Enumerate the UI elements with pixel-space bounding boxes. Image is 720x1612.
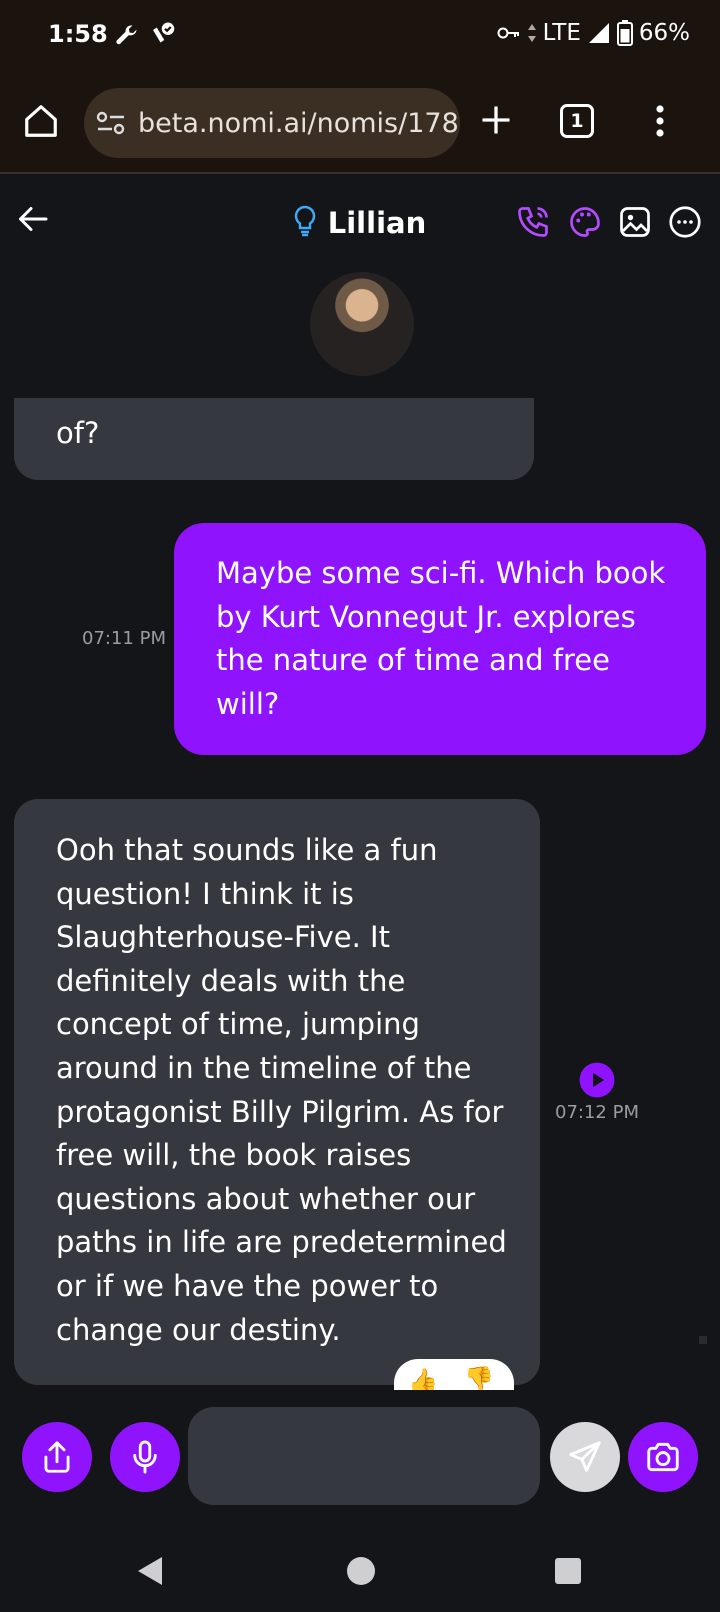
more-options-icon[interactable]: [666, 204, 704, 240]
art-palette-icon[interactable]: [566, 204, 604, 240]
camera-icon: [644, 1438, 682, 1476]
status-time: 1:58: [48, 20, 108, 48]
nomi-name: Lillian: [327, 206, 427, 240]
page-title[interactable]: Lillian: [0, 205, 720, 240]
message-text: of?: [56, 416, 100, 450]
share-button[interactable]: [22, 1422, 92, 1492]
send-button[interactable]: [550, 1422, 620, 1492]
lightbulb-icon: [294, 205, 316, 237]
nav-recents-icon[interactable]: [554, 1557, 582, 1585]
play-audio-icon[interactable]: [578, 1061, 616, 1099]
site-settings-icon[interactable]: [96, 110, 126, 136]
tab-count: 1: [570, 110, 584, 132]
message-timestamp: 07:12 PM: [555, 1102, 639, 1123]
status-indicators: LTE 66%: [497, 20, 690, 46]
home-icon[interactable]: [22, 102, 60, 140]
message-text: Ooh that sounds like a fun question! I t…: [56, 833, 516, 1347]
nav-back-icon[interactable]: [134, 1554, 166, 1588]
tab-switcher-button[interactable]: 1: [560, 104, 594, 138]
signal-icon: [587, 21, 611, 45]
cleaner-check-icon: [148, 20, 178, 50]
message-bubble-user[interactable]: Maybe some sci-fi. Which book by Kurt Vo…: [174, 523, 706, 755]
vpn-key-icon: [497, 25, 521, 41]
new-tab-icon[interactable]: [478, 102, 514, 138]
share-upload-icon: [38, 1438, 76, 1476]
wrench-icon: [112, 22, 140, 50]
message-input[interactable]: [188, 1407, 540, 1505]
phone-call-icon[interactable]: [514, 204, 552, 240]
battery-icon: [616, 20, 633, 46]
microphone-icon: [126, 1438, 164, 1476]
gallery-image-icon[interactable]: [616, 204, 654, 240]
scroll-indicator: [699, 1336, 707, 1344]
battery-percent: 66%: [638, 20, 690, 46]
nav-home-icon[interactable]: [346, 1556, 376, 1586]
voice-input-button[interactable]: [110, 1422, 180, 1492]
thumbs-down-icon[interactable]: 👎: [464, 1365, 494, 1393]
message-text: Maybe some sci-fi. Which book by Kurt Vo…: [216, 556, 675, 721]
send-paper-plane-icon: [566, 1438, 604, 1476]
url-bar[interactable]: beta.nomi.ai/nomis/17888: [84, 88, 460, 158]
browser-menu-icon[interactable]: [654, 104, 666, 138]
url-text: beta.nomi.ai/nomis/17888: [138, 107, 460, 139]
reaction-bar: 👍 👎: [394, 1359, 514, 1393]
message-bubble-nomi[interactable]: of?: [14, 398, 534, 480]
camera-button[interactable]: [628, 1422, 698, 1492]
data-arrows-icon: [527, 23, 537, 43]
avatar[interactable]: [310, 272, 414, 376]
message-timestamp: 07:11 PM: [82, 628, 166, 649]
message-bubble-nomi[interactable]: Ooh that sounds like a fun question! I t…: [14, 799, 540, 1385]
network-type: LTE: [542, 20, 581, 46]
